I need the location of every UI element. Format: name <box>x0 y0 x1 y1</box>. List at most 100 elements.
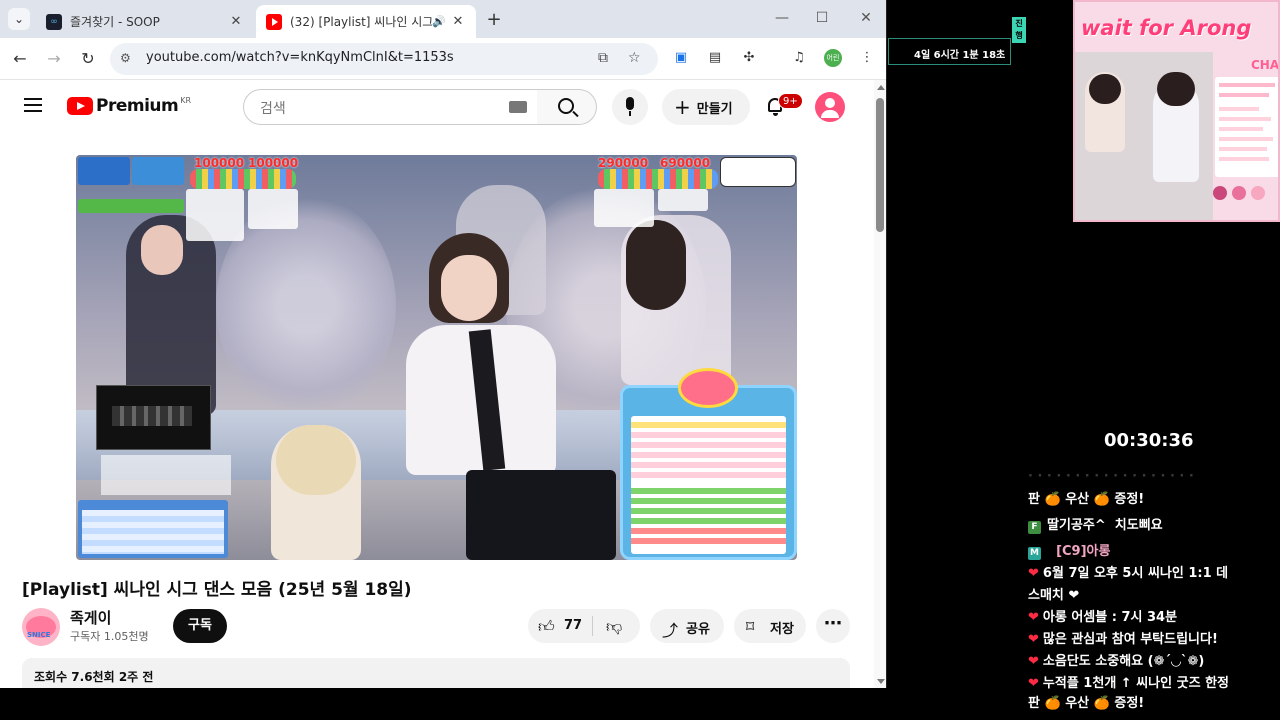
description-box[interactable]: 조회수 7.6천회 2주 전 <box>22 658 850 688</box>
search-icon <box>558 98 574 114</box>
dot <box>1251 186 1265 200</box>
voice-search-button[interactable] <box>612 89 648 125</box>
panel-line <box>1219 127 1263 131</box>
balloon-decoration <box>598 169 718 189</box>
cam-dots <box>1213 186 1270 200</box>
tab-title: (32) [Playlist] 씨나인 시그 <box>290 15 433 29</box>
chrome-menu-icon[interactable]: ⋮ <box>858 49 876 67</box>
chat-line: 스매치 ❤ <box>1028 584 1079 603</box>
chat-line: ❤ 누적플 1천개 ↑ 씨나인 굿즈 한정 <box>1028 672 1229 691</box>
youtube-page: Premium KR 검색 + 만들기 9+ 100000 100000 290… <box>0 80 874 688</box>
scroll-up-icon[interactable] <box>877 85 885 90</box>
channel-avatar[interactable]: SNICE <box>22 608 60 646</box>
share-label: 공유 <box>686 622 710 637</box>
chat-text: 치도삐요 <box>1114 518 1163 533</box>
bookmark-star-icon[interactable]: ☆ <box>628 50 641 66</box>
reload-icon[interactable]: ↻ <box>78 49 98 69</box>
search-placeholder: 검색 <box>260 101 286 117</box>
extension-media-icon[interactable]: ▤ <box>706 49 724 67</box>
chat-line: ❤ 6월 7일 오후 5시 씨나인 1:1 데 <box>1028 562 1228 581</box>
keyboard-icon[interactable] <box>509 101 527 113</box>
tab-youtube[interactable]: (32) [Playlist] 씨나인 시그 🔊 ✕ <box>256 5 476 38</box>
share-button[interactable]: ⤴ 공유 <box>650 609 724 643</box>
heart-icon: ❤ <box>1028 610 1039 625</box>
scroll-down-icon[interactable] <box>877 679 885 684</box>
install-app-icon[interactable]: ⧉ <box>598 50 608 66</box>
balloon-decoration <box>190 169 296 189</box>
overlay-panel <box>248 189 298 229</box>
overlay-panel <box>186 189 244 241</box>
dancer-blonde-hair <box>276 425 356 495</box>
media-controls-icon[interactable]: ♫ <box>790 49 808 67</box>
extensions-puzzle-icon[interactable]: ✣ <box>740 49 758 67</box>
mini-rank-board <box>78 500 228 558</box>
account-avatar[interactable] <box>815 92 845 122</box>
rank-row <box>631 518 786 524</box>
overlay-score: 290000 <box>598 156 649 170</box>
bell-clapper <box>773 113 778 116</box>
mini-rank-rows <box>82 510 224 554</box>
browser-window: ⌄ ∞ 즐겨찾기 - SOOP ✕ (32) [Playlist] 씨나인 시그… <box>0 0 887 688</box>
chat-badge: F <box>1028 521 1041 534</box>
like-count[interactable]: 77 <box>564 618 582 633</box>
rank-row <box>631 472 786 478</box>
rank-row <box>631 508 786 514</box>
maximize-icon[interactable]: ☐ <box>812 10 832 26</box>
extension-translate-icon[interactable]: ▣ <box>672 49 690 67</box>
address-bar[interactable]: ⚙ youtube.com/watch?v=knKqyNmClnI&t=1153… <box>110 43 658 75</box>
speaker-icon[interactable]: 🔊 <box>432 15 446 28</box>
dislike-icon[interactable]: 👎︎ <box>606 617 622 637</box>
stream-uptime: 4일 6시간 1분 18초 <box>914 50 1006 61</box>
overlay-panel <box>594 189 654 227</box>
panel-line <box>1219 147 1267 151</box>
cam-chat-label: CHAT <box>1251 58 1279 72</box>
minimize-icon[interactable]: — <box>772 10 792 26</box>
overlay-info-box <box>720 157 796 187</box>
video-player[interactable]: 100000 100000 290000 690000 <box>76 155 797 560</box>
site-settings-icon[interactable]: ⚙ <box>120 51 131 65</box>
tab-search-button[interactable]: ⌄ <box>8 8 30 30</box>
tab-close-icon[interactable]: ✕ <box>228 14 244 29</box>
chat-text: 스매치 ❤ <box>1028 588 1080 603</box>
rank-row <box>631 462 786 468</box>
overlay-badge <box>132 157 184 185</box>
url-text[interactable]: youtube.com/watch?v=knKqyNmClnI&t=1153s <box>146 50 454 65</box>
scroll-thumb[interactable] <box>876 98 884 232</box>
youtube-logo[interactable]: Premium KR <box>67 96 191 116</box>
stream-uptime-box: 4일 6시간 1분 18초 <box>888 38 1011 65</box>
tab-soop[interactable]: ∞ 즐겨찾기 - SOOP ✕ <box>36 5 254 38</box>
chat-line: ❤ 아롱 어셈블 : 7시 34분 <box>1028 606 1177 625</box>
overlay-panel <box>658 189 708 211</box>
dancer-left-face <box>141 225 183 275</box>
window-close-icon[interactable]: ✕ <box>856 10 876 26</box>
rank-row <box>631 442 786 448</box>
dot <box>1213 186 1227 200</box>
search-input[interactable]: 검색 <box>243 89 538 125</box>
rank-row <box>631 498 786 504</box>
cam-side-panel <box>1215 77 1278 177</box>
chat-text: 소음단도 소중해요 (❁´◡`❁) <box>1042 654 1205 669</box>
search-button[interactable] <box>537 89 597 125</box>
plus-icon: + <box>674 95 691 119</box>
subscribe-button[interactable]: 구독 <box>173 609 227 643</box>
channel-name[interactable]: 족게이 <box>70 607 111 628</box>
logo-country-code: KR <box>180 95 192 105</box>
back-icon[interactable]: ← <box>10 49 30 69</box>
chat-line: 판 🍊 우산 🍊 증정! <box>1028 692 1144 711</box>
profile-avatar[interactable]: 어린 <box>824 49 842 67</box>
chat-user: 딸기공주^ <box>1047 518 1106 533</box>
like-icon[interactable]: 👍︎ <box>538 617 555 637</box>
dot <box>1232 186 1246 200</box>
overlay-score: 690000 <box>660 156 711 170</box>
tab-close-icon[interactable]: ✕ <box>450 14 466 29</box>
forward-icon[interactable]: → <box>44 49 64 69</box>
create-button[interactable]: + 만들기 <box>662 89 750 125</box>
save-button[interactable]: ⌑ 저장 <box>734 609 806 643</box>
menu-icon[interactable] <box>24 98 42 112</box>
page-scrollbar[interactable] <box>874 80 886 688</box>
youtube-favicon-icon <box>266 13 282 30</box>
more-actions-icon[interactable]: ⋯ <box>816 609 850 643</box>
rank-row <box>631 432 786 438</box>
new-tab-button[interactable]: + <box>484 9 504 30</box>
panel-line <box>1219 117 1271 121</box>
